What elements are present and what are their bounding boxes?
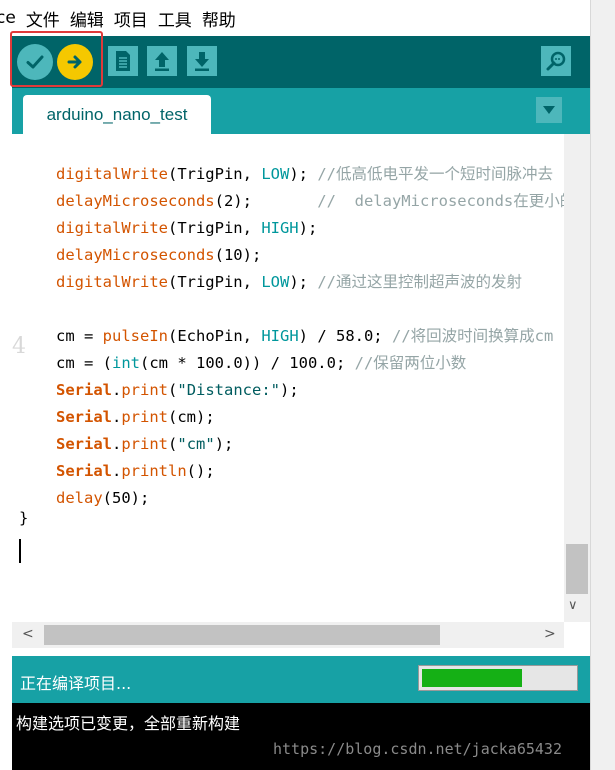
code-token: . [112, 381, 122, 399]
code-line: delayMicroseconds(2); // delayMicrosecon… [56, 188, 564, 215]
scroll-down-icon[interactable]: ∨ [568, 598, 578, 613]
code-token: // delayMicroseconds在更小的 [317, 192, 564, 210]
code-token: //保留两位小数 [354, 354, 467, 372]
code-token: println [121, 462, 187, 480]
code-line: cm = pulseIn(EchoPin, HIGH) / 58.0; //将回… [56, 323, 564, 350]
gutter-fragment: 4 [12, 334, 26, 359]
highlight-box [10, 31, 103, 87]
menu-item-file[interactable]: 文件 [26, 6, 60, 31]
save-button[interactable] [187, 46, 217, 76]
code-token: (TrigPin, [167, 219, 262, 237]
code-token: Serial [56, 435, 112, 453]
code-line: Serial.println(); [56, 458, 564, 485]
code-token: digitalWrite [56, 165, 168, 183]
code-token: //通过这里控制超声波的发射 [317, 273, 522, 291]
code-token: print [121, 381, 169, 399]
watermark: https://blog.csdn.net/jacka65432 [273, 740, 562, 758]
code-token: ); [214, 435, 234, 453]
code-token: ) / 58.0; [298, 327, 392, 345]
console-text: 构建选项已变更，全部重新构建 [16, 714, 241, 733]
code-token: //将回波时间换算成cm [391, 327, 554, 345]
code-token: (TrigPin, [167, 165, 262, 183]
code-token: ( [168, 435, 178, 453]
code-line: Serial.print(cm); [56, 404, 564, 431]
code-line: cm = (int(cm * 100.0)) / 100.0; //保留两位小数 [56, 350, 564, 377]
code-token: (50); [102, 489, 150, 507]
progress-bar [418, 665, 578, 691]
code-token: LOW [261, 165, 290, 183]
horizontal-scroll-thumb[interactable] [44, 625, 440, 645]
code-token: digitalWrite [56, 273, 168, 291]
code-line: digitalWrite(TrigPin, LOW); //通过这里控制超声波的… [56, 269, 564, 296]
code-token: . [112, 435, 122, 453]
code-token: (cm); [168, 408, 215, 426]
code-token: int [112, 354, 140, 372]
code-token: delay [56, 489, 103, 507]
triangle-down-icon [543, 106, 555, 114]
progress-fill [422, 669, 522, 687]
new-file-icon [116, 51, 130, 71]
magnifier-icon [546, 51, 566, 71]
scroll-left-icon[interactable]: < [22, 626, 34, 642]
code-token: digitalWrite [56, 219, 168, 237]
menu-item-tools[interactable]: 工具 [158, 6, 192, 31]
code-token: HIGH [261, 219, 299, 237]
code-token: cm = ( [56, 354, 112, 372]
code-token: print [121, 435, 169, 453]
code-token: (2); [214, 192, 318, 210]
code-token: "Distance:" [177, 381, 281, 399]
code-token: ); [289, 165, 318, 183]
code-token: cm = [56, 327, 103, 345]
code-token: Serial [56, 408, 112, 426]
menu-item-edit[interactable]: 编辑 [70, 6, 104, 31]
code-line: delay(50); [56, 485, 564, 512]
menu-item-help[interactable]: 帮助 [202, 6, 236, 31]
code-token: . [112, 462, 122, 480]
window-edge [590, 0, 615, 770]
code-token: (10); [214, 246, 262, 264]
text-caret [19, 539, 21, 563]
menu-item-project[interactable]: 项目 [114, 6, 148, 31]
code-token: (cm * 100.0)) / 100.0; [140, 354, 355, 372]
code-token: delayMicroseconds [56, 246, 215, 264]
tab-sketch[interactable]: arduino_nano_test [23, 95, 211, 134]
code-line: Serial.print("cm"); [56, 431, 564, 458]
open-button[interactable] [147, 46, 177, 76]
code-token: delayMicroseconds [56, 192, 215, 210]
code-token: (TrigPin, [167, 273, 262, 291]
code-line: digitalWrite(TrigPin, HIGH); [56, 215, 564, 242]
code-token: pulseIn [102, 327, 168, 345]
code-token: (); [186, 462, 215, 480]
code-token: ); [298, 219, 318, 237]
code-token: . [112, 408, 122, 426]
scroll-right-icon[interactable]: > [544, 626, 556, 642]
code-token: "cm" [177, 435, 215, 453]
tab-menu-button[interactable] [536, 97, 562, 123]
arrow-up-icon [155, 52, 169, 71]
code-line: Serial.print("Distance:"); [56, 377, 564, 404]
code-token: HIGH [261, 327, 299, 345]
serial-monitor-button[interactable] [541, 46, 571, 76]
code-token: (EchoPin, [168, 327, 262, 345]
code-line: delayMicroseconds(10); [56, 242, 564, 269]
code-token: ); [289, 273, 318, 291]
code-token: //低高低电平发一个短时间脉冲去 [317, 165, 553, 183]
status-text: 正在编译项目... [20, 674, 132, 693]
code-token: Serial [56, 462, 112, 480]
code-editor[interactable]: 4 digitalWrite(TrigPin, LOW); //低高低电平发一个… [12, 134, 564, 622]
menu-item-sketch-partial[interactable]: ce [0, 8, 16, 28]
closing-brace: } [19, 509, 29, 527]
code-token: Serial [56, 381, 112, 399]
code-token: LOW [261, 273, 290, 291]
code-token: print [121, 408, 169, 426]
arrow-down-icon [195, 52, 209, 71]
code-text: digitalWrite(TrigPin, LOW); //低高低电平发一个短时… [56, 161, 564, 512]
code-token: ( [168, 381, 178, 399]
vertical-scroll-thumb[interactable] [566, 544, 588, 594]
code-token: ); [280, 381, 299, 399]
code-line: digitalWrite(TrigPin, LOW); //低高低电平发一个短时… [56, 161, 564, 188]
new-sketch-button[interactable] [108, 46, 138, 76]
